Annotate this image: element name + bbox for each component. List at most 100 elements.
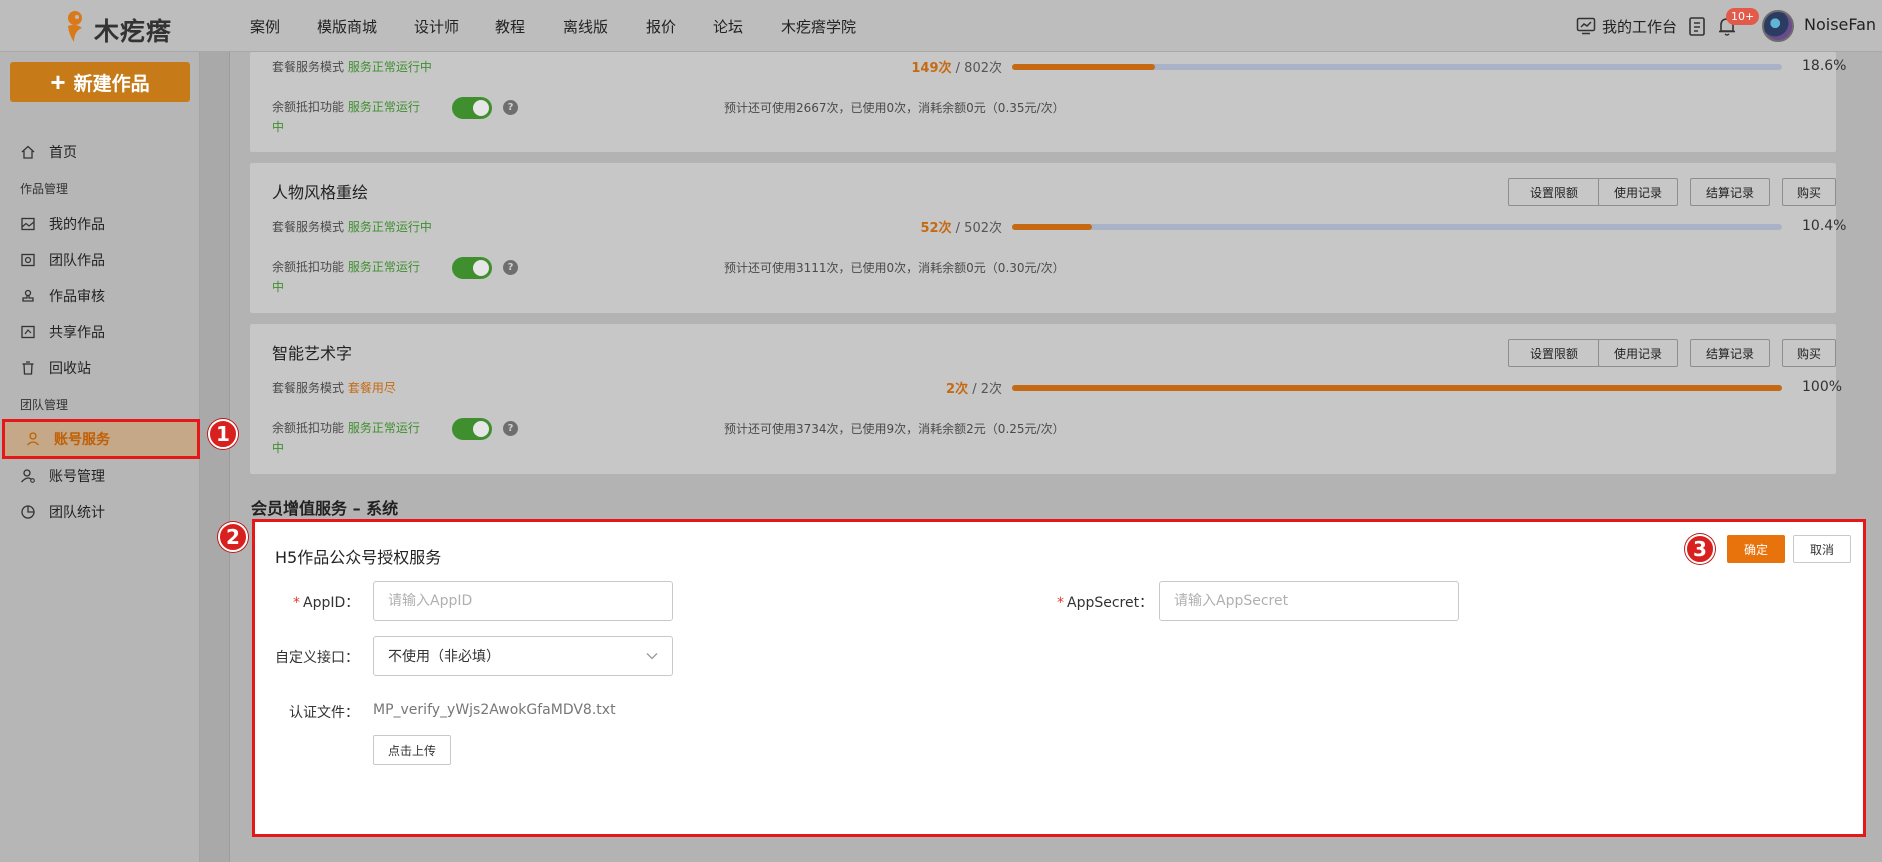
- username[interactable]: NoiseFan: [1804, 15, 1876, 34]
- package-mode-row: 套餐服务模式 服务正常运行中: [272, 220, 432, 234]
- monitor-icon: [1576, 17, 1596, 35]
- custom-api-value: 不使用（非必填）: [388, 649, 500, 665]
- appid-label: * AppID：: [293, 595, 360, 611]
- sidebar-item-label: 首页: [49, 145, 77, 161]
- custom-api-label: 自定义接口：: [275, 650, 359, 666]
- section-title: 会员增值服务 – 系统: [251, 499, 399, 518]
- service-title: 人物风格重绘: [272, 183, 369, 202]
- nav-item-designers[interactable]: 设计师: [414, 16, 459, 37]
- package-mode-row: 套餐服务模式 服务正常运行中: [272, 60, 432, 74]
- notification-badge: 10+: [1726, 8, 1760, 25]
- usage-percent: 10.4%: [1802, 218, 1847, 234]
- chevron-down-icon: [646, 653, 658, 660]
- nav-item-tutorials[interactable]: 教程: [495, 16, 525, 37]
- new-work-label: 新建作品: [73, 73, 150, 95]
- balance-row: 余额抵扣功能 服务正常运行中: [272, 100, 420, 134]
- pie-chart-icon: [21, 505, 35, 519]
- sidebar-item-label: 账号管理: [49, 469, 105, 485]
- content-scroll-gutter: [200, 52, 230, 862]
- usage-count: 2次 / 2次: [946, 382, 1002, 397]
- sidebar-item-review[interactable]: 作品审核: [0, 278, 200, 314]
- team-works-icon: [21, 253, 35, 267]
- appid-input[interactable]: [373, 581, 673, 621]
- sidebar-item-label: 共享作品: [49, 325, 105, 341]
- sidebar-item-label: 作品审核: [49, 289, 105, 305]
- form-title: H5作品公众号授权服务: [275, 548, 442, 567]
- cancel-button[interactable]: 取消: [1793, 535, 1851, 563]
- settle-log-button[interactable]: 结算记录: [1690, 339, 1770, 367]
- wechat-auth-form-panel: H5作品公众号授权服务 3 确定 取消 *AppID： *AppSecret： …: [252, 519, 1866, 837]
- balance-row: 余额抵扣功能 服务正常运行中: [272, 260, 420, 294]
- trash-icon: [22, 361, 34, 375]
- nav-item-template-store[interactable]: 模版商城: [317, 16, 377, 37]
- workbench-link[interactable]: 我的工作台: [1576, 14, 1677, 38]
- brand-logo[interactable]: 木疙瘩: [62, 8, 177, 46]
- new-work-button[interactable]: + 新建作品: [10, 62, 190, 102]
- sidebar-item-account-service[interactable]: 账号服务: [2, 419, 200, 459]
- home-icon: [21, 145, 35, 159]
- sidebar-item-my-works[interactable]: 我的作品: [0, 206, 200, 242]
- balance-toggle[interactable]: [452, 257, 492, 279]
- usage-percent: 100%: [1802, 379, 1843, 395]
- image-icon: [21, 217, 35, 231]
- usage-log-button[interactable]: 使用记录: [1598, 339, 1678, 367]
- avatar[interactable]: [1762, 10, 1794, 42]
- plus-icon: +: [50, 67, 66, 97]
- buy-button[interactable]: 购买: [1782, 178, 1836, 206]
- balance-row: 余额抵扣功能 服务正常运行中: [272, 421, 420, 455]
- nav-item-forum[interactable]: 论坛: [713, 16, 743, 37]
- sidebar-item-account-manage[interactable]: 账号管理: [0, 458, 200, 494]
- sidebar-item-label: 账号服务: [54, 432, 110, 448]
- sidebar-item-team-stats[interactable]: 团队统计: [0, 494, 200, 530]
- appsecret-label: * AppSecret：: [1057, 595, 1154, 611]
- sidebar-item-label: 我的作品: [49, 217, 105, 233]
- service-card: 套餐服务模式 服务正常运行中 149次 / 802次 18.6% 余额抵扣功能 …: [250, 52, 1846, 152]
- usage-progress-fill: [1012, 64, 1156, 70]
- nav-item-cases[interactable]: 案例: [250, 16, 280, 37]
- nav-item-offline[interactable]: 离线版: [563, 16, 608, 37]
- sidebar-item-team-works[interactable]: 团队作品: [0, 242, 200, 278]
- sidebar-item-home[interactable]: 首页: [0, 134, 200, 170]
- sidebar-group-works: 作品管理: [20, 182, 69, 196]
- cert-label: 认证文件：: [289, 705, 359, 721]
- balance-toggle[interactable]: [452, 418, 492, 440]
- usage-count: 52次 / 502次: [920, 221, 1002, 236]
- usage-log-button[interactable]: 使用记录: [1598, 178, 1678, 206]
- user-icon: [27, 432, 39, 446]
- sidebar-item-label: 回收站: [49, 361, 91, 377]
- balance-toggle[interactable]: [452, 97, 492, 119]
- service-card: 智能艺术字 设置限额 使用记录 结算记录 购买 套餐服务模式 套餐用尽 2次 /…: [250, 324, 1842, 474]
- set-limit-button[interactable]: 设置限额: [1508, 178, 1600, 206]
- logo-icon: [68, 11, 82, 42]
- service-card: 人物风格重绘 设置限额 使用记录 结算记录 购买 套餐服务模式 服务正常运行中 …: [250, 163, 1846, 313]
- appsecret-input[interactable]: [1159, 581, 1459, 621]
- clipboard-icon[interactable]: [1686, 15, 1708, 37]
- balance-estimate: 预计还可使用3734次，已使用9次，消耗余额2元（0.25元/次）: [724, 422, 1065, 436]
- settle-log-button[interactable]: 结算记录: [1690, 178, 1770, 206]
- sidebar-group-team: 团队管理: [20, 398, 69, 412]
- usage-progress-bar: [1012, 64, 1782, 70]
- set-limit-button[interactable]: 设置限额: [1508, 339, 1600, 367]
- stamp-icon: [22, 289, 34, 302]
- service-title: 智能艺术字: [272, 344, 353, 363]
- package-mode-row: 套餐服务模式 套餐用尽: [272, 381, 396, 395]
- sidebar-item-shared[interactable]: 共享作品: [0, 314, 200, 350]
- custom-api-select[interactable]: 不使用（非必填）: [373, 636, 673, 676]
- nav-item-academy[interactable]: 木疙瘩学院: [781, 16, 856, 37]
- confirm-button[interactable]: 确定: [1727, 535, 1785, 563]
- buy-button[interactable]: 购买: [1782, 339, 1836, 367]
- logo-text: 木疙瘩: [94, 17, 173, 46]
- help-icon[interactable]: ?: [503, 421, 518, 436]
- usage-count: 149次 / 802次: [911, 61, 1002, 76]
- upload-button[interactable]: 点击上传: [373, 735, 452, 765]
- help-icon[interactable]: ?: [503, 100, 518, 115]
- usage-progress-fill: [1012, 385, 1782, 391]
- sidebar-item-recycle[interactable]: 回收站: [0, 350, 200, 386]
- nav-item-pricing[interactable]: 报价: [646, 16, 676, 37]
- cert-file-name: MP_verify_yWjs2AwokGfaMDV8.txt: [373, 702, 616, 718]
- balance-estimate: 预计还可使用2667次，已使用0次，消耗余额0元（0.35元/次）: [724, 101, 1065, 115]
- usage-progress-fill: [1012, 224, 1093, 230]
- help-icon[interactable]: ?: [503, 260, 518, 275]
- marker-3: 3: [1685, 534, 1715, 564]
- share-icon: [21, 325, 35, 339]
